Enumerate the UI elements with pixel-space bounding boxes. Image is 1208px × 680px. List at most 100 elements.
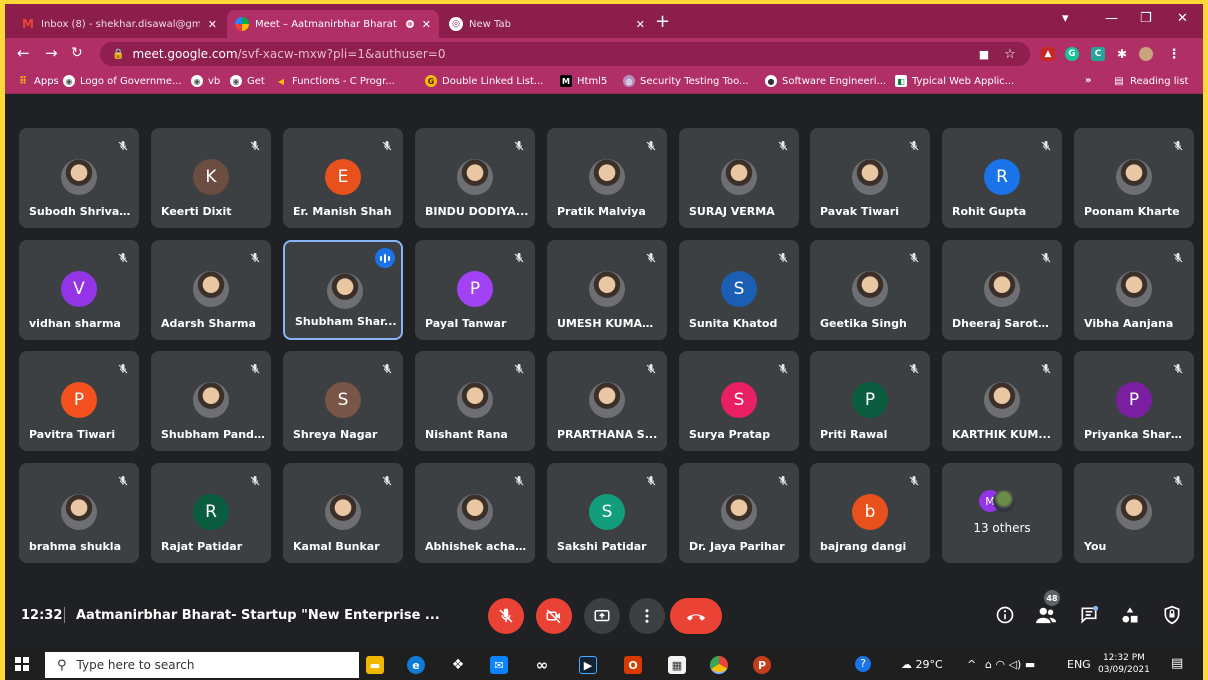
- bookmark-double-linked-list[interactable]: G Double Linked List...: [425, 75, 543, 87]
- participant-tile[interactable]: Pavak Tiwari: [810, 128, 930, 228]
- participant-tile[interactable]: Vibha Aanjana: [1074, 240, 1194, 340]
- office-icon[interactable]: O: [624, 656, 642, 674]
- participant-tile[interactable]: Dr. Jaya Parihar: [679, 463, 799, 563]
- participant-tile[interactable]: Poonam Kharte: [1074, 128, 1194, 228]
- bookmark-typical-web-app[interactable]: ◧ Typical Web Applic...: [895, 75, 1014, 87]
- participant-tile[interactable]: Shubham Pand...: [151, 351, 271, 451]
- minimize-button[interactable]: —: [1105, 11, 1118, 26]
- chrome-taskbar-icon[interactable]: [710, 656, 728, 674]
- tab-search-icon[interactable]: ▾: [1062, 11, 1069, 26]
- close-tab-icon[interactable]: ✕: [636, 18, 645, 31]
- system-tray-icons[interactable]: ⌂ ◠ ◁) ▬: [985, 658, 1035, 671]
- participant-tile[interactable]: UMESH KUMAR...: [547, 240, 667, 340]
- participant-tile[interactable]: Pratik Malviya: [547, 128, 667, 228]
- weather-widget[interactable]: ☁ 29°C: [901, 658, 943, 671]
- back-button[interactable]: ←: [17, 46, 30, 61]
- participant-tile[interactable]: You: [1074, 463, 1194, 563]
- participant-tile[interactable]: R Rajat Patidar: [151, 463, 271, 563]
- reload-button[interactable]: ↻: [71, 46, 83, 61]
- mail-icon[interactable]: ✉: [490, 656, 508, 674]
- close-window-button[interactable]: ✕: [1177, 11, 1188, 26]
- language-indicator[interactable]: ENG: [1067, 658, 1091, 671]
- participant-tile[interactable]: Geetika Singh: [810, 240, 930, 340]
- more-options-button[interactable]: [629, 598, 665, 634]
- tab-new-tab[interactable]: ◎ New Tab ✕: [441, 10, 653, 38]
- participant-tile[interactable]: S Sakshi Patidar: [547, 463, 667, 563]
- bookmark-functions-c[interactable]: ◀ Functions - C Progr...: [275, 75, 395, 87]
- powerpoint-icon[interactable]: P: [753, 656, 771, 674]
- participant-tile[interactable]: P Payal Tanwar: [415, 240, 535, 340]
- extension-c-icon[interactable]: C: [1091, 47, 1105, 61]
- bookmark-star-icon[interactable]: ☆: [1003, 47, 1017, 62]
- leave-call-button[interactable]: [670, 598, 722, 634]
- participant-tile[interactable]: K Keerti Dixit: [151, 128, 271, 228]
- participant-tile[interactable]: Dheeraj Sarothi...: [942, 240, 1062, 340]
- dropbox-icon[interactable]: ❖: [449, 656, 467, 674]
- participant-tile[interactable]: brahma shukla: [19, 463, 139, 563]
- participant-tile[interactable]: R Rohit Gupta: [942, 128, 1062, 228]
- browser-menu-icon[interactable]: ⋮: [1167, 47, 1181, 62]
- extensions-puzzle-icon[interactable]: ✱: [1115, 47, 1129, 61]
- notifications-icon[interactable]: ▤: [1171, 656, 1183, 671]
- participant-tile[interactable]: b bajrang dangi: [810, 463, 930, 563]
- restore-button[interactable]: ❐: [1140, 11, 1152, 26]
- participant-tile[interactable]: SURAJ VERMA: [679, 128, 799, 228]
- close-tab-icon[interactable]: ✕: [422, 18, 431, 31]
- participant-tile[interactable]: E Er. Manish Shah: [283, 128, 403, 228]
- host-controls-button[interactable]: [1161, 604, 1183, 626]
- participant-tile[interactable]: S Shreya Nagar: [283, 351, 403, 451]
- participant-tile[interactable]: S Sunita Khatod: [679, 240, 799, 340]
- microsoft-store-icon[interactable]: ▦: [668, 656, 686, 674]
- participant-tile[interactable]: Nishant Rana: [415, 351, 535, 451]
- address-bar[interactable]: 🔒 meet.google.com/svf-xacw-mxw?pli=1&aut…: [100, 42, 1030, 66]
- bookmark-security-testing[interactable]: ◍ Security Testing Too...: [623, 75, 749, 87]
- bookmark-software-engineering[interactable]: ● Software Engineeri...: [765, 75, 886, 87]
- participant-tile[interactable]: Abhishek achar...: [415, 463, 535, 563]
- taskbar-search-box[interactable]: ⚲ Type here to search: [45, 652, 359, 678]
- participant-tile[interactable]: P Priti Rawal: [810, 351, 930, 451]
- participant-tile[interactable]: Kamal Bunkar: [283, 463, 403, 563]
- forward-button[interactable]: →: [45, 46, 58, 61]
- participant-tile[interactable]: KARTHIK KUM...: [942, 351, 1062, 451]
- camera-icon[interactable]: ■: [977, 47, 991, 61]
- activities-button[interactable]: [1119, 604, 1141, 626]
- participant-tile[interactable]: P Priyanka Sharma: [1074, 351, 1194, 451]
- participant-tile[interactable]: Vvidhan sharma: [19, 240, 139, 340]
- participant-tile[interactable]: M 13 others: [942, 463, 1062, 563]
- arduino-icon[interactable]: ∞: [533, 656, 551, 674]
- bookmark-get[interactable]: ◉ Get: [230, 75, 265, 87]
- edge-icon[interactable]: e: [407, 656, 425, 674]
- media-player-icon[interactable]: ▶: [579, 656, 597, 674]
- participant-tile[interactable]: S Surya Pratap: [679, 351, 799, 451]
- reading-list-button[interactable]: ▤ Reading list: [1113, 75, 1188, 87]
- grammarly-icon[interactable]: G: [1065, 47, 1079, 61]
- participant-tile[interactable]: Shubham Shar...: [283, 240, 403, 340]
- file-explorer-icon[interactable]: ▬: [366, 656, 384, 674]
- system-clock[interactable]: 12:32 PM 03/09/2021: [1098, 652, 1150, 676]
- participant-tile[interactable]: BINDU DODIYA...: [415, 128, 535, 228]
- bookmarks-more-button[interactable]: »: [1085, 75, 1091, 86]
- bookmark-html5[interactable]: M Html5: [560, 75, 607, 87]
- present-screen-button[interactable]: [584, 598, 620, 634]
- bookmark-logo-government[interactable]: ◉ Logo of Governme...: [63, 75, 182, 87]
- bookmark-vb[interactable]: ◉ vb: [191, 75, 220, 87]
- pdf-extension-icon[interactable]: ▲: [1041, 47, 1055, 61]
- participant-tile[interactable]: Subodh Shrivas...: [19, 128, 139, 228]
- camera-toggle-button[interactable]: [536, 598, 572, 634]
- meeting-details-button[interactable]: [994, 604, 1016, 626]
- new-tab-button[interactable]: +: [655, 13, 670, 31]
- bookmark-apps[interactable]: ⠿ Apps: [17, 75, 59, 87]
- tray-chevron-icon[interactable]: ^: [967, 658, 976, 671]
- participant-tile[interactable]: Adarsh Sharma: [151, 240, 271, 340]
- windows-start-icon[interactable]: [15, 657, 29, 671]
- tab-meet[interactable]: Meet – Aatmanirbhar Bharat ✕: [227, 10, 439, 38]
- participant-tile[interactable]: PRARTHANA S...: [547, 351, 667, 451]
- tab-gmail[interactable]: M Inbox (8) - shekhar.disawal@gma ✕: [13, 10, 225, 38]
- mic-toggle-button[interactable]: [488, 598, 524, 634]
- help-icon[interactable]: ?: [855, 656, 871, 672]
- profile-avatar[interactable]: [1139, 47, 1153, 61]
- people-button[interactable]: [1035, 604, 1057, 626]
- close-tab-icon[interactable]: ✕: [208, 18, 217, 31]
- participant-tile[interactable]: P Pavitra Tiwari: [19, 351, 139, 451]
- chat-button[interactable]: [1078, 604, 1100, 626]
